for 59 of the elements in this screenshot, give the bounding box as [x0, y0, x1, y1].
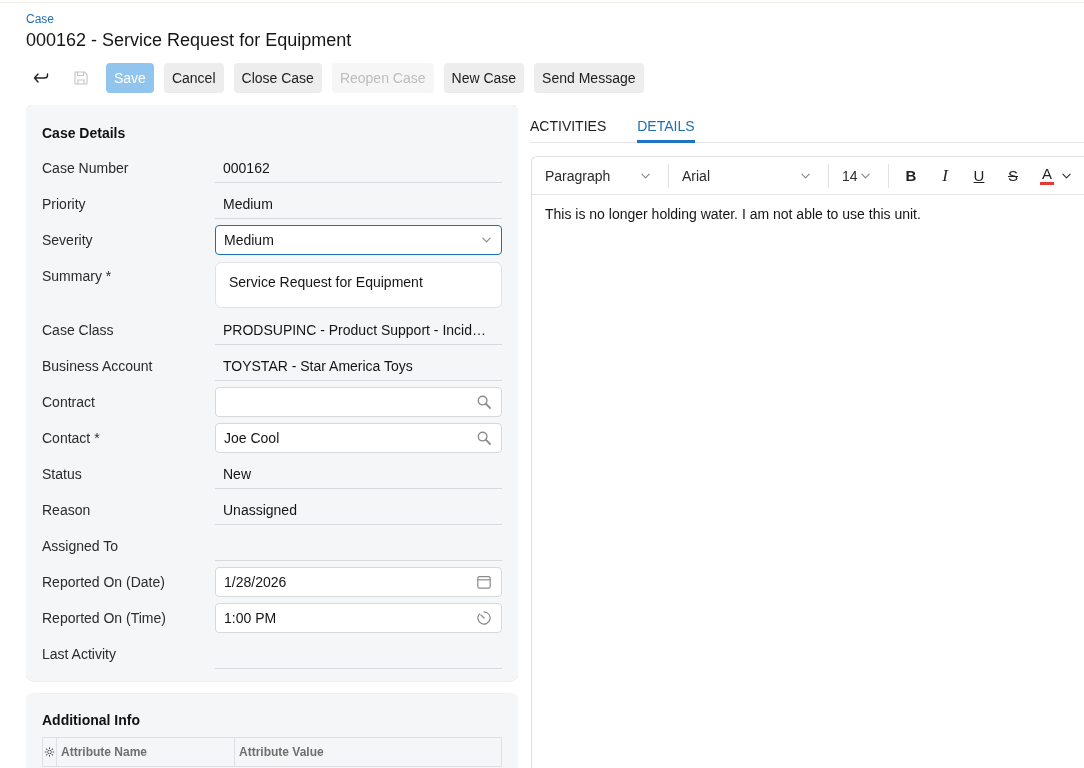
toolbar-button[interactable]: Close Case [233, 63, 322, 93]
field-label: Case Class [42, 321, 114, 340]
field-label: Case Number [42, 159, 129, 178]
format-button[interactable]: I [928, 160, 962, 191]
timer-icon [477, 611, 491, 625]
read-only-field: Medium [215, 189, 502, 219]
gear-icon[interactable] [44, 746, 55, 758]
section-title: Case Details [42, 124, 126, 143]
column-header[interactable]: Attribute Name [61, 745, 147, 759]
chevron-down-icon [641, 172, 650, 179]
format-button[interactable]: B [894, 160, 928, 191]
field-label: Contract [42, 393, 95, 412]
toolbar-dropdown[interactable]: Arial [669, 156, 828, 195]
toolbar-button[interactable]: Cancel [163, 63, 224, 93]
toolbar-dropdown[interactable]: Paragraph [532, 156, 668, 195]
chevron-down-icon [801, 172, 810, 179]
search-icon [477, 431, 491, 445]
chevron-down-icon [861, 172, 870, 179]
field-label: Business Account [42, 357, 153, 376]
field-label: Reason [42, 501, 91, 520]
toolbar-dropdown[interactable]: 14 [829, 156, 888, 195]
read-only-field: TOYSTAR - Star America Toys [215, 351, 502, 381]
section-title: Additional Info [42, 711, 140, 730]
read-only-field: PRODSUPINC - Product Support - Incid… [215, 315, 502, 345]
tab[interactable]: ACTIVITIES [530, 105, 607, 143]
read-only-field: New [215, 459, 502, 489]
field-label: Last Activity [42, 645, 116, 664]
field-label: Reported On (Time) [42, 609, 166, 628]
dropdown-field[interactable]: Medium [215, 225, 502, 255]
read-only-field: Unassigned [215, 495, 502, 525]
back-arrow-icon [33, 71, 49, 85]
toolbar-button[interactable]: New Case [443, 63, 525, 93]
tab[interactable]: DETAILS [637, 105, 695, 143]
column-header[interactable]: Attribute Value [239, 745, 324, 759]
field-label: Reported On (Date) [42, 573, 165, 592]
chevron-down-icon [482, 237, 491, 243]
text-color-button[interactable]: A [1030, 160, 1076, 191]
calendar-icon [477, 575, 491, 589]
read-only-field: 000162 [215, 153, 502, 183]
search-icon [477, 395, 491, 409]
time-field[interactable]: 1:00 PM [215, 603, 502, 633]
lookup-field[interactable] [215, 387, 502, 417]
field-label: Priority [42, 195, 86, 214]
page-title: 000162 - Service Request for Equipment [26, 29, 352, 51]
field-label: Status [42, 465, 82, 484]
format-button[interactable]: S [996, 160, 1030, 191]
date-field[interactable]: 1/28/2026 [215, 567, 502, 597]
field-label: Assigned To [42, 537, 118, 556]
chevron-down-icon [1062, 172, 1071, 179]
breadcrumb-link[interactable]: Case [26, 11, 54, 27]
format-button[interactable]: U [962, 160, 996, 191]
description-text: This is no longer holding water. I am not able to use this unit. [545, 205, 921, 224]
rich-text-editor[interactable]: Paragraph Arial 14 B I U S A This is no longer holding water. I am not able to use this unit. [531, 156, 1084, 768]
toolbar-button[interactable]: Send Message [534, 63, 644, 93]
field-label: Contact * [42, 429, 100, 448]
field-label: Severity [42, 231, 93, 250]
lookup-field[interactable]: Joe Cool [215, 423, 502, 453]
text-area[interactable]: Service Request for Equipment [215, 262, 502, 308]
field-label: Summary * [42, 267, 112, 286]
